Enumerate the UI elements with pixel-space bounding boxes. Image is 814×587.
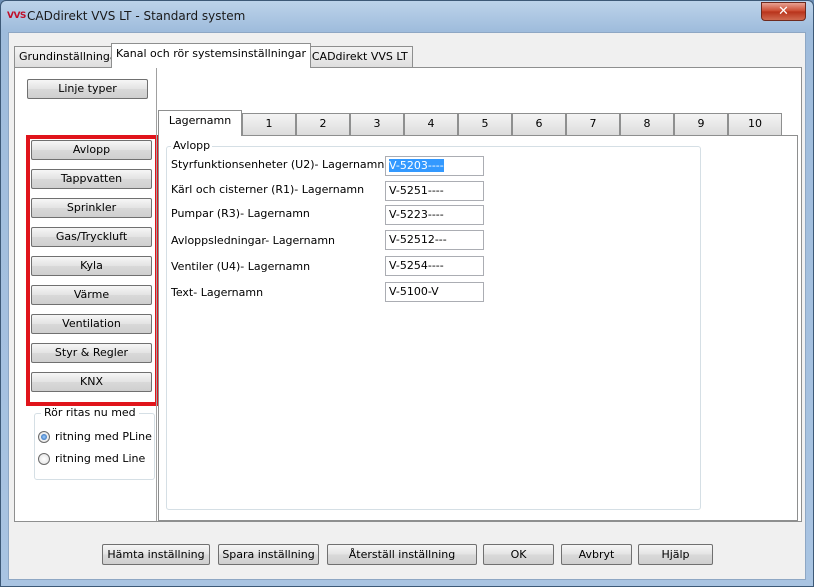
knx-button[interactable]: KNX (31, 372, 152, 392)
tab-1[interactable]: 1 (242, 113, 296, 135)
title-bar[interactable]: VVS CADdirekt VVS LT - Standard system ✕ (1, 1, 813, 31)
tab-lagernamn[interactable]: Lagernamn (158, 110, 242, 136)
radio-pline[interactable] (38, 431, 50, 443)
lagernamn-panel: Avlopp Styrfunktionsenheter (U2)- Lagern… (158, 135, 798, 521)
dialog-body: Grundinställningar Kanal och rör systems… (8, 32, 806, 580)
tab-grundinstallningar[interactable]: Grundinställningar (14, 46, 127, 67)
tab-6[interactable]: 6 (512, 113, 566, 135)
avlopp-group-label: Avlopp (171, 139, 213, 152)
tab-9[interactable]: 9 (674, 113, 728, 135)
tab-2[interactable]: 2 (296, 113, 350, 135)
radio-pline-row[interactable]: ritning med PLine (38, 430, 152, 443)
kanal-ror-panel: Linje typer Avlopp Tappvatten Sprinkler … (14, 67, 802, 522)
close-button[interactable]: ✕ (761, 2, 806, 21)
ok-button[interactable]: OK (483, 544, 554, 565)
styrfunktion-input[interactable]: V-5203---- (385, 156, 484, 176)
tab-kanal-och-ror[interactable]: Kanal och rör systemsinställningar (111, 43, 311, 68)
tab-7[interactable]: 7 (566, 113, 620, 135)
column-divider (156, 68, 157, 521)
avloppsledningar-input[interactable]: V-52512--- (385, 230, 484, 250)
pumpar-input[interactable]: V-5223---- (385, 205, 484, 225)
styrfunktion-label: Styrfunktionsenheter (U2)- Lagernamn (171, 158, 385, 171)
text-lagernamn-label: Text- Lagernamn (171, 286, 264, 299)
avlopp-button[interactable]: Avlopp (31, 140, 152, 160)
gas-tryckluft-button[interactable]: Gas/Tryckluft (31, 227, 152, 247)
avbryt-button[interactable]: Avbryt (561, 544, 632, 565)
app-logo-icon: VVS (7, 11, 26, 21)
window-title: CADdirekt VVS LT - Standard system (27, 9, 246, 23)
sprinkler-button[interactable]: Sprinkler (31, 198, 152, 218)
ror-ritas-groupbox (34, 413, 155, 480)
ror-ritas-label: Rör ritas nu med (41, 406, 139, 419)
styrfunktion-value: V-5203---- (389, 159, 444, 172)
tab-8[interactable]: 8 (620, 113, 674, 135)
radio-line[interactable] (38, 453, 50, 465)
hjalp-button[interactable]: Hjälp (638, 544, 713, 565)
text-lagernamn-input[interactable]: V-5100-V (385, 282, 484, 302)
tappvatten-button[interactable]: Tappvatten (31, 169, 152, 189)
tab-5[interactable]: 5 (458, 113, 512, 135)
radio-line-row[interactable]: ritning med Line (38, 452, 145, 465)
hamta-installning-button[interactable]: Hämta inställning (102, 544, 210, 565)
kyla-button[interactable]: Kyla (31, 256, 152, 276)
radio-line-label: ritning med Line (55, 452, 146, 465)
pumpar-label: Pumpar (R3)- Lagernamn (171, 207, 310, 220)
styr-regler-button[interactable]: Styr & Regler (31, 343, 152, 363)
main-window: VVS CADdirekt VVS LT - Standard system ✕… (0, 0, 814, 587)
spara-installning-button[interactable]: Spara inställning (218, 544, 319, 565)
tab-3[interactable]: 3 (350, 113, 404, 135)
ventilation-button[interactable]: Ventilation (31, 314, 152, 334)
karl-cisterner-label: Kärl och cisterner (R1)- Lagernamn (171, 183, 365, 196)
aterstall-installning-button[interactable]: Återställ inställning (327, 544, 477, 565)
karl-cisterner-input[interactable]: V-5251---- (385, 181, 484, 201)
avloppsledningar-label: Avloppsledningar- Lagernamn (171, 234, 336, 247)
tab-10[interactable]: 10 (728, 113, 782, 135)
tab-4[interactable]: 4 (404, 113, 458, 135)
radio-pline-label: ritning med PLine (55, 430, 152, 443)
ventiler-label: Ventiler (U4)- Lagernamn (171, 260, 311, 273)
linje-typer-button[interactable]: Linje typer (27, 79, 148, 99)
varme-button[interactable]: Värme (31, 285, 152, 305)
ventiler-input[interactable]: V-5254---- (385, 256, 484, 276)
